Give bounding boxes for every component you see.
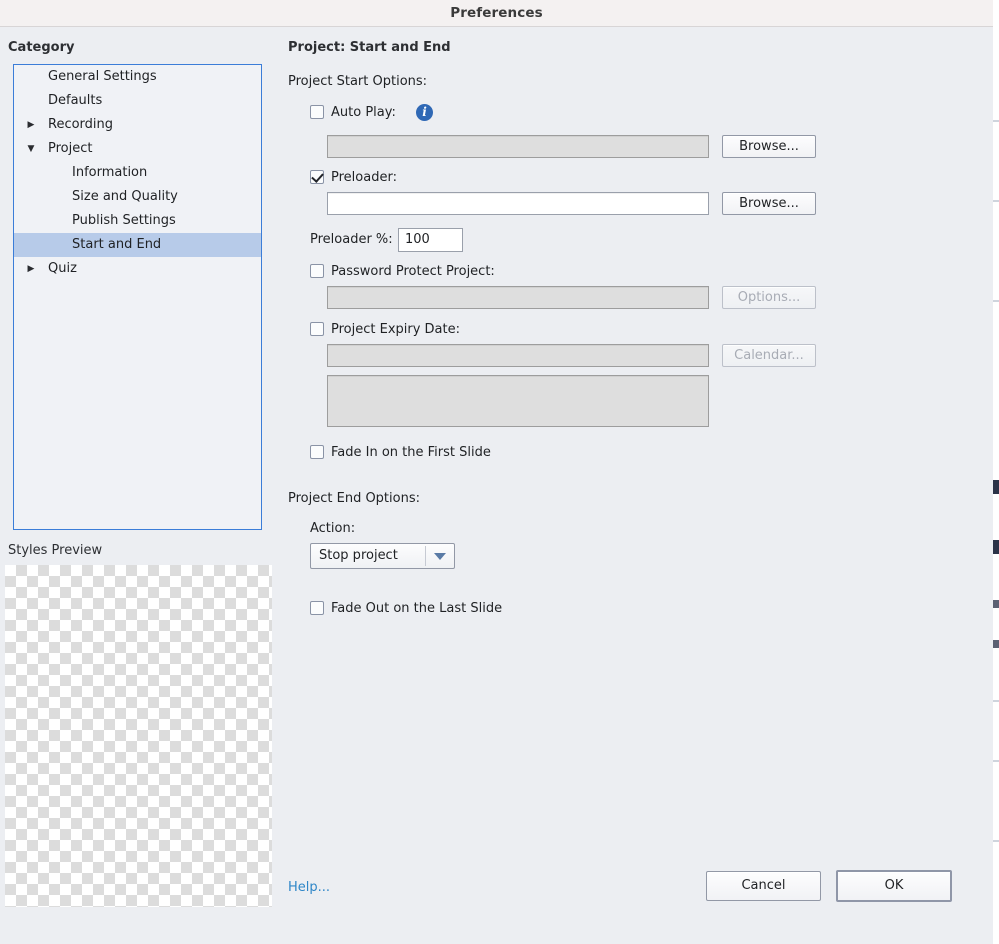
password-protect-label: Password Protect Project:	[331, 264, 495, 279]
chevron-down-icon	[434, 553, 446, 560]
expiry-date-checkbox[interactable]	[310, 322, 324, 336]
sidebar-item-recording[interactable]: ▶ Recording	[14, 113, 261, 137]
auto-play-label: Auto Play:	[331, 105, 396, 120]
category-tree[interactable]: General Settings Defaults ▶ Recording ▼ Proje…	[13, 64, 262, 530]
styles-preview-label: Styles Preview	[8, 543, 103, 558]
sidebar-item-publish-settings[interactable]: Publish Settings	[14, 209, 261, 233]
select-separator	[425, 546, 426, 566]
expiry-date-field	[327, 344, 709, 367]
chevron-right-icon[interactable]: ▶	[24, 113, 38, 137]
end-action-select[interactable]: Stop project	[310, 543, 455, 569]
styles-preview-canvas	[5, 565, 272, 907]
page-title: Project: Start and End	[288, 40, 451, 55]
preloader-path-field[interactable]	[327, 192, 709, 215]
preloader-browse-button[interactable]: Browse...	[722, 192, 816, 215]
fade-out-label: Fade Out on the Last Slide	[331, 601, 503, 616]
auto-play-browse-button[interactable]: Browse...	[722, 135, 816, 158]
password-options-button: Options...	[722, 286, 816, 309]
twisty-placeholder	[24, 209, 38, 233]
sidebar-item-quiz[interactable]: ▶ Quiz	[14, 257, 261, 281]
end-options-heading: Project End Options:	[288, 491, 420, 506]
twisty-placeholder	[24, 185, 38, 209]
cancel-button[interactable]: Cancel	[706, 871, 821, 901]
twisty-placeholder	[24, 161, 38, 185]
auto-play-path-field	[327, 135, 709, 158]
twisty-placeholder	[24, 89, 38, 113]
sidebar-item-general-settings[interactable]: General Settings	[14, 65, 261, 89]
sidebar-item-defaults[interactable]: Defaults	[14, 89, 261, 113]
sidebar-item-information[interactable]: Information	[14, 161, 261, 185]
fade-in-checkbox[interactable]	[310, 445, 324, 459]
twisty-placeholder	[24, 65, 38, 89]
chevron-right-icon[interactable]: ▶	[24, 257, 38, 281]
sidebar-item-size-and-quality[interactable]: Size and Quality	[14, 185, 261, 209]
background-sliver	[993, 0, 999, 944]
preferences-dialog: Preferences Category General Settings Def…	[0, 0, 993, 944]
end-action-value: Stop project	[319, 548, 398, 563]
sidebar-item-start-and-end[interactable]: Start and End	[14, 233, 261, 257]
sidebar-item-label: Size and Quality	[72, 189, 178, 204]
ok-button[interactable]: OK	[836, 870, 952, 902]
fade-out-checkbox[interactable]	[310, 601, 324, 615]
fade-in-label: Fade In on the First Slide	[331, 445, 491, 460]
sidebar-item-label: Quiz	[48, 261, 77, 276]
expiry-message-textarea	[327, 375, 709, 427]
preloader-label: Preloader:	[331, 170, 397, 185]
category-heading: Category	[8, 40, 75, 55]
screen: Preferences Category General Settings Def…	[0, 0, 999, 944]
window-title: Preferences	[450, 5, 543, 21]
info-icon[interactable]: i	[416, 104, 433, 121]
sidebar-item-label: Publish Settings	[72, 213, 176, 228]
chevron-down-icon[interactable]: ▼	[24, 137, 38, 161]
help-link[interactable]: Help...	[288, 880, 330, 895]
sidebar-item-label: Start and End	[72, 237, 162, 252]
password-protect-checkbox[interactable]	[310, 264, 324, 278]
sidebar-item-label: Information	[72, 165, 148, 180]
preloader-percent-label: Preloader %:	[310, 232, 393, 247]
expiry-date-label: Project Expiry Date:	[331, 322, 461, 337]
action-label: Action:	[310, 521, 356, 536]
sidebar-item-label: Recording	[48, 117, 114, 132]
preloader-percent-input[interactable]: 100	[398, 228, 463, 252]
sidebar-item-project[interactable]: ▼ Project	[14, 137, 261, 161]
auto-play-checkbox[interactable]	[310, 105, 324, 119]
twisty-placeholder	[24, 233, 38, 257]
start-options-heading: Project Start Options:	[288, 74, 428, 89]
preloader-checkbox[interactable]	[310, 170, 324, 184]
password-field	[327, 286, 709, 309]
sidebar-item-label: Project	[48, 141, 93, 156]
sidebar-item-label: General Settings	[48, 69, 157, 84]
sidebar-item-label: Defaults	[48, 93, 103, 108]
title-bar: Preferences	[0, 0, 993, 27]
expiry-calendar-button: Calendar...	[722, 344, 816, 367]
